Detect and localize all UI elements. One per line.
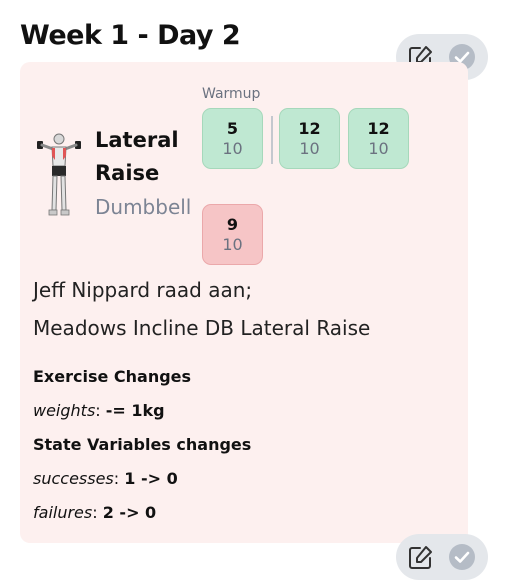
warmup-set-1[interactable]: 5 10 <box>202 108 263 169</box>
work-set-2[interactable]: 12 10 <box>348 108 409 169</box>
change-key: failures <box>33 503 93 522</box>
lateral-raise-figure-icon <box>37 133 81 216</box>
set-target: 10 <box>368 138 389 158</box>
change-value: -= 1kg <box>105 401 165 420</box>
work-set-3[interactable]: 9 10 <box>202 204 263 265</box>
day-title: Week 1 - Day 2 <box>20 20 241 51</box>
changes-section: Exercise Changes weights: -= 1kg State V… <box>33 362 251 532</box>
set-reps: 9 <box>226 214 239 234</box>
note-line: Meadows Incline DB Lateral Raise <box>33 316 371 340</box>
warmup-label: Warmup <box>202 86 261 102</box>
state-changes-heading: State Variables changes <box>33 435 252 454</box>
change-sep: : <box>113 469 125 488</box>
exercise-notes: Jeff Nippard raad aan; Meadows Incline D… <box>33 278 370 354</box>
change-row: successes: 1 -> 0 <box>33 464 251 498</box>
edit-icon[interactable] <box>405 543 435 573</box>
exercise-equipment: Dumbbell <box>95 195 192 219</box>
change-value: 1 -> 0 <box>124 469 178 488</box>
exercise-name: Lateral Raise <box>95 128 179 185</box>
set-target: 10 <box>299 138 320 158</box>
warmup-divider <box>271 116 273 164</box>
set-reps: 12 <box>367 118 390 138</box>
change-key: weights <box>33 401 96 420</box>
change-sep: : <box>95 401 106 420</box>
exercise-card[interactable]: Lateral Raise Dumbbell Warmup 5 10 12 10… <box>20 62 468 543</box>
set-reps: 12 <box>298 118 321 138</box>
work-set-1[interactable]: 12 10 <box>279 108 340 169</box>
next-day-actions <box>396 534 488 580</box>
set-reps: 5 <box>226 118 239 138</box>
change-sep: : <box>92 503 103 522</box>
change-row: failures: 2 -> 0 <box>33 498 251 532</box>
change-row: weights: -= 1kg <box>33 396 251 430</box>
note-line: Jeff Nippard raad aan; <box>33 278 253 302</box>
change-key: successes <box>33 469 114 488</box>
check-circle-icon[interactable] <box>447 542 477 572</box>
exercise-changes-heading: Exercise Changes <box>33 367 192 386</box>
set-target: 10 <box>222 138 243 158</box>
change-value: 2 -> 0 <box>102 503 157 522</box>
set-target: 10 <box>222 234 243 254</box>
